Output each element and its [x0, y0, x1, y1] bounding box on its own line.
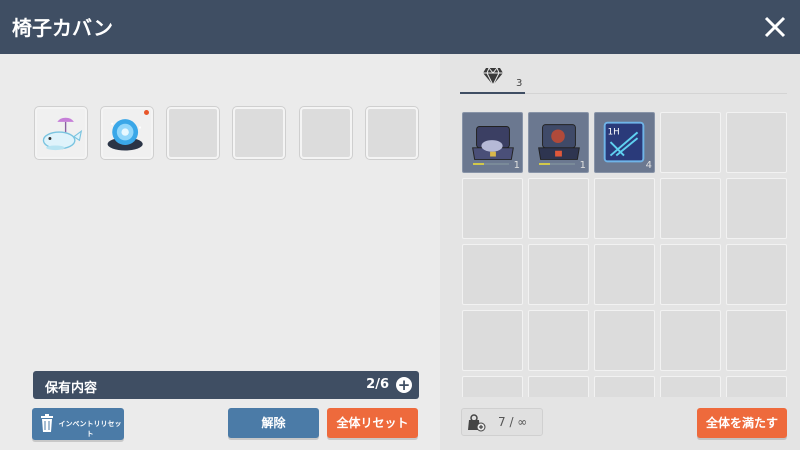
close-button[interactable]: [760, 12, 790, 42]
holdings-count: 2/6: [366, 377, 389, 392]
release-button[interactable]: 解除: [228, 408, 319, 438]
inventory-cell[interactable]: [528, 310, 589, 371]
inventory-cell[interactable]: [726, 112, 787, 173]
blue-orb-chair-icon: [107, 119, 143, 151]
capacity-text: 7 / ∞: [498, 415, 528, 429]
item-quantity: 4: [645, 160, 652, 171]
equip-slot-2[interactable]: [101, 107, 153, 159]
inventory-cell[interactable]: 1: [462, 112, 523, 173]
inventory-cell[interactable]: [660, 310, 721, 371]
inventory-cell[interactable]: [594, 178, 655, 239]
inventory-cell[interactable]: [462, 310, 523, 371]
inventory-cell[interactable]: [594, 244, 655, 305]
tab-diamond[interactable]: 3: [460, 66, 525, 94]
item-quantity: 1: [513, 160, 520, 171]
inventory-cell[interactable]: [528, 376, 589, 397]
equip-slot-5[interactable]: [300, 107, 352, 159]
inventory-cell[interactable]: [726, 244, 787, 305]
equip-slot-6[interactable]: [366, 107, 418, 159]
inventory-cell[interactable]: [528, 244, 589, 305]
fill-all-button[interactable]: 全体を満たす: [697, 408, 787, 438]
inventory-reset-button[interactable]: インベントリリセット: [32, 408, 124, 440]
header-bar: 椅子カバン: [0, 0, 800, 54]
tab-divider: [525, 93, 787, 94]
inventory-cell[interactable]: 1H 4: [594, 112, 655, 173]
inventory-reset-label: インベントリリセット: [58, 420, 122, 438]
bag-add-icon: [468, 414, 486, 432]
inventory-cell[interactable]: [528, 178, 589, 239]
holdings-label: 保有内容: [45, 381, 98, 396]
inventory-cell[interactable]: [660, 178, 721, 239]
svg-text:1H: 1H: [608, 127, 620, 137]
inventory-cell[interactable]: 1: [528, 112, 589, 173]
diamond-icon: [483, 67, 503, 86]
durability-bar: [473, 163, 509, 165]
inventory-cell[interactable]: [462, 178, 523, 239]
inventory-cell[interactable]: [462, 244, 523, 305]
equip-slot-1[interactable]: [35, 107, 87, 159]
tab-count: 3: [516, 78, 523, 89]
new-badge: [144, 110, 149, 115]
equip-slot-4[interactable]: [233, 107, 285, 159]
inventory-cell[interactable]: [726, 310, 787, 371]
expand-plus-icon[interactable]: +: [396, 377, 412, 393]
inventory-grid[interactable]: 1 1 1H 4: [460, 110, 790, 397]
inventory-cell[interactable]: [594, 310, 655, 371]
inventory-cell[interactable]: [660, 376, 721, 397]
whale-chair-icon: [42, 117, 83, 151]
inventory-cell[interactable]: [726, 178, 787, 239]
inventory-cell[interactable]: [660, 244, 721, 305]
capacity-indicator[interactable]: 7 / ∞: [461, 408, 543, 436]
reset-all-button[interactable]: 全体リセット: [327, 408, 418, 438]
inventory-cell[interactable]: [594, 376, 655, 397]
inventory-cell[interactable]: [660, 112, 721, 173]
inventory-cell[interactable]: [726, 376, 787, 397]
holdings-summary: 保有内容 2/6 +: [33, 371, 419, 399]
item-quantity: 1: [579, 160, 586, 171]
inventory-cell[interactable]: [462, 376, 523, 397]
equip-slot-3[interactable]: [167, 107, 219, 159]
durability-bar: [539, 163, 575, 165]
close-icon: [764, 16, 786, 38]
trash-icon: [41, 414, 53, 432]
window-title: 椅子カバン: [12, 16, 113, 40]
